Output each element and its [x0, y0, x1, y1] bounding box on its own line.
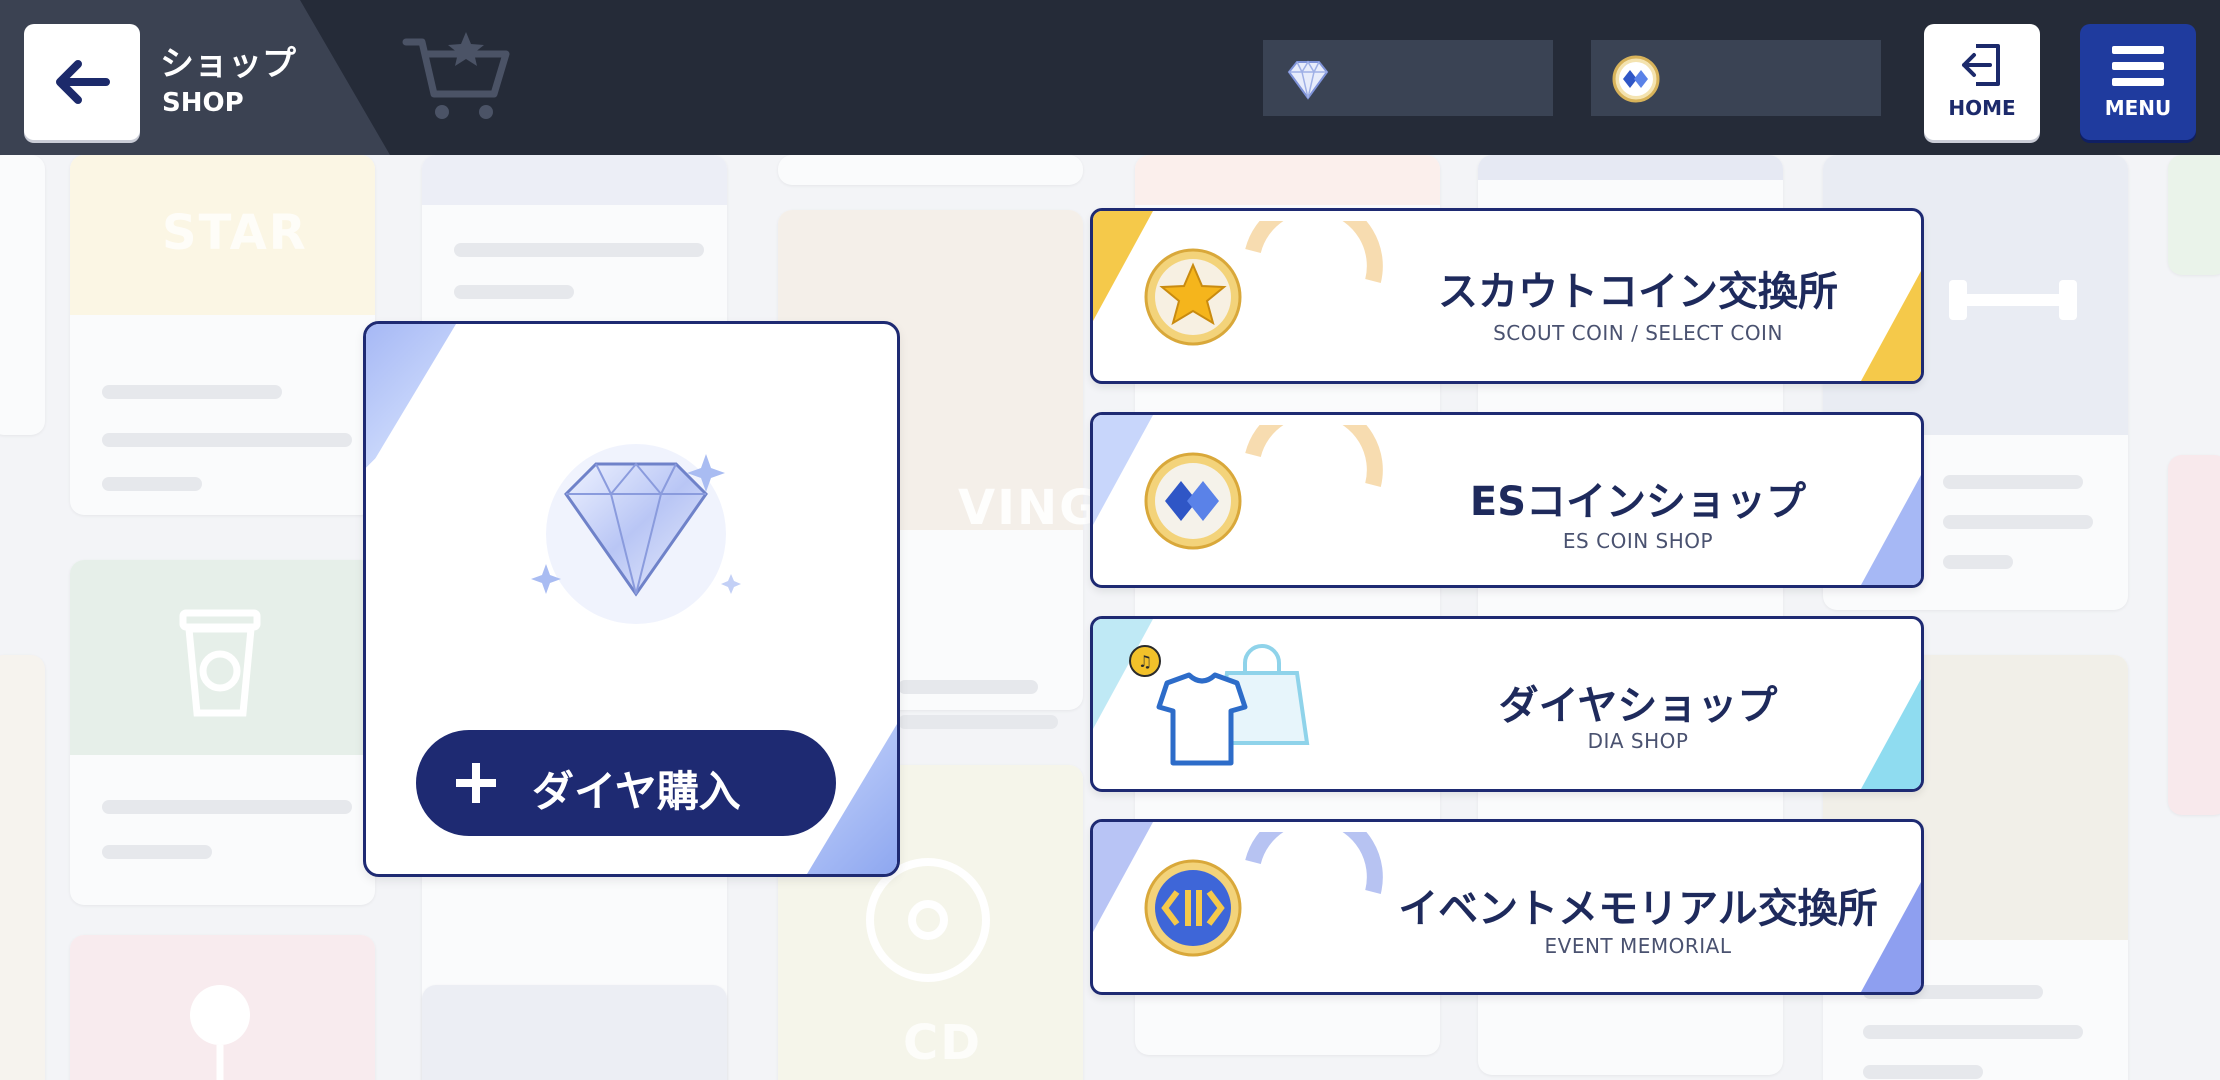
- es-coin-balance: [1591, 40, 1881, 116]
- svg-text:♫: ♫: [1138, 652, 1152, 671]
- star-coin-icon: [1144, 248, 1242, 346]
- page-title: ショップ: [160, 44, 296, 84]
- bg-card: [0, 155, 45, 435]
- shop-name: ダイヤショップ: [1498, 683, 1778, 729]
- menu-button[interactable]: MENU: [2080, 24, 2196, 140]
- top-bar: ショップ SHOP HOME MENU: [0, 0, 2220, 155]
- tshirt-bag-icon: ♫: [1129, 644, 1310, 766]
- bg-card: [778, 155, 1083, 185]
- shop-name-en: ES COIN SHOP: [1562, 529, 1714, 553]
- dia-purchase-card: ダイヤ購入: [363, 321, 900, 877]
- shop-item-scout-coin[interactable]: スカウトコイン交換所 SCOUT COIN / SELECT COIN: [1090, 208, 1924, 384]
- menu-label: MENU: [2104, 96, 2172, 120]
- arrow-left-icon: [56, 60, 110, 104]
- shop-name: イベントメモリアル交換所: [1398, 886, 1878, 932]
- shop-item-dia-shop[interactable]: ♫ ダイヤショップ DIA SHOP: [1090, 616, 1924, 792]
- buy-dia-label: ダイヤ購入: [532, 767, 741, 816]
- bg-word-cd: CD: [903, 1015, 983, 1071]
- home-button[interactable]: HOME: [1924, 24, 2040, 140]
- page-subtitle: SHOP: [162, 88, 244, 118]
- rose-icon: [190, 985, 250, 1080]
- card-corner-decoration: [366, 324, 456, 474]
- bg-card: [2168, 455, 2220, 815]
- shop-item-event-memorial[interactable]: イベントメモリアル交換所 EVENT MEMORIAL: [1090, 819, 1924, 995]
- bg-card: STAR: [70, 155, 375, 515]
- es-coin-icon: [1612, 55, 1660, 103]
- home-label: HOME: [1948, 96, 2016, 120]
- diamond-icon: [531, 444, 741, 624]
- dia-balance: [1263, 40, 1553, 116]
- buy-dia-button[interactable]: ダイヤ購入: [416, 730, 836, 836]
- bg-card: [70, 560, 375, 905]
- shop-name: スカウトコイン交換所: [1438, 269, 1838, 315]
- shopping-cart-star-icon: [402, 32, 510, 119]
- coffee-cup-icon: [179, 609, 261, 717]
- bg-word-living: VING: [958, 480, 1101, 536]
- es-coin-icon: [1144, 452, 1242, 550]
- dumbbell-icon: [1949, 280, 2077, 320]
- bg-card: [70, 935, 375, 1080]
- plus-icon: [456, 763, 496, 803]
- shop-item-es-coin[interactable]: ESコインショップ ES COIN SHOP: [1090, 412, 1924, 588]
- shop-name: ESコインショップ: [1469, 479, 1807, 525]
- event-memorial-coin-icon: [1144, 859, 1242, 957]
- bg-card: [2168, 155, 2220, 275]
- shop-name-en: SCOUT COIN / SELECT COIN: [1493, 321, 1783, 345]
- bg-word-star: STAR: [162, 205, 308, 261]
- bg-card: [422, 985, 727, 1080]
- bg-card: [0, 655, 45, 1080]
- back-button[interactable]: [24, 24, 140, 140]
- shop-name-en: EVENT MEMORIAL: [1544, 934, 1732, 958]
- shop-name-en: DIA SHOP: [1587, 729, 1689, 753]
- diamond-icon: [1287, 60, 1329, 100]
- home-exit-icon: [1962, 44, 2000, 86]
